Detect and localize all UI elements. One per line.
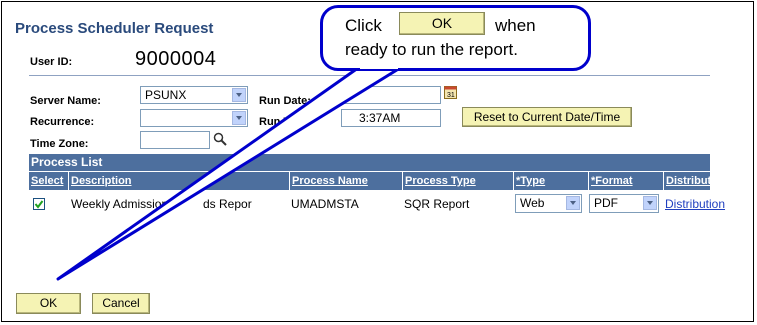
callout-text-when: when: [495, 16, 536, 35]
callout-joint: [360, 64, 398, 69]
instruction-callout: Click OK when ready to run the report.: [320, 5, 591, 71]
callout-ok-button: OK: [399, 12, 485, 35]
callout-text-click: Click: [345, 16, 382, 35]
process-scheduler-panel: Process Scheduler Request User ID: 90000…: [1, 1, 754, 322]
callout-text-line2: ready to run the report.: [345, 40, 518, 59]
